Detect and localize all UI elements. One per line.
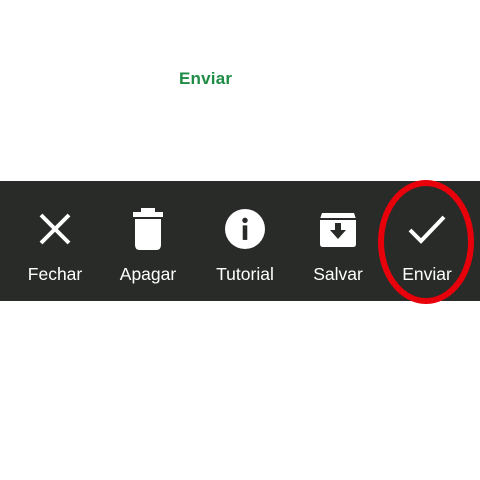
enviar-label: Enviar — [402, 264, 452, 284]
apagar-label: Apagar — [119, 264, 177, 284]
enviar-button[interactable]: Enviar — [391, 181, 463, 301]
tutorial-button[interactable]: Tutorial — [206, 181, 284, 301]
tutorial-label: Tutorial — [216, 264, 274, 284]
bottom-toolbar: Fechar Apagar Tutorial Salvar Enviar — [0, 181, 480, 301]
page: Enviar Fechar Apagar Tutorial Salvar Env… — [0, 0, 480, 480]
apagar-button[interactable]: Apagar — [110, 181, 186, 301]
archive-download-icon — [318, 209, 358, 249]
salvar-label: Salvar — [313, 264, 363, 284]
close-icon — [35, 209, 75, 249]
caption-enviar: Enviar — [179, 69, 233, 88]
check-icon — [407, 209, 447, 249]
fechar-button[interactable]: Fechar — [20, 181, 90, 301]
fechar-label: Fechar — [27, 264, 83, 284]
info-icon — [225, 209, 265, 249]
trash-icon — [128, 208, 168, 250]
salvar-button[interactable]: Salvar — [303, 181, 373, 301]
